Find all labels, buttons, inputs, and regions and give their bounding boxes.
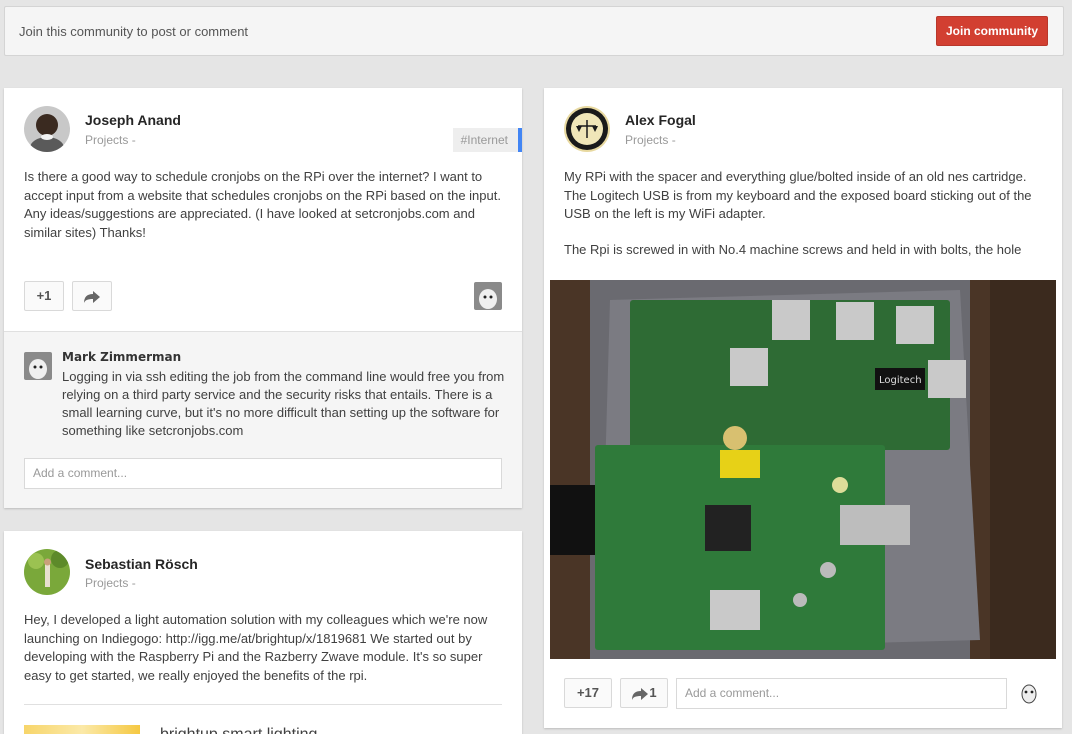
- share-icon: [632, 687, 649, 700]
- post-author[interactable]: Joseph Anand: [85, 112, 181, 128]
- comment-text: Logging in via ssh editing the job from …: [62, 369, 505, 438]
- join-message: Join this community to post or comment: [19, 24, 249, 39]
- plus-one-button[interactable]: +1: [24, 281, 64, 311]
- post-text: Is there a good way to schedule cronjobs…: [24, 169, 501, 240]
- avatar[interactable]: [24, 549, 70, 595]
- link-thumbnail[interactable]: [24, 725, 140, 734]
- share-button[interactable]: [72, 281, 112, 311]
- share-icon: [84, 290, 100, 303]
- join-community-button[interactable]: Join community: [935, 16, 1048, 46]
- post-author[interactable]: Alex Fogal: [625, 112, 696, 128]
- post-photo[interactable]: Logitech: [550, 280, 1056, 659]
- post-text: My RPi with the spacer and everything gl…: [564, 169, 1032, 221]
- post-card: Joseph Anand Projects - #Internet Is the…: [4, 88, 522, 508]
- hashtag[interactable]: #Internet: [452, 128, 522, 152]
- post-category[interactable]: Projects -: [85, 133, 136, 147]
- post-card: Sebastian Rösch Projects - Hey, I develo…: [4, 531, 522, 734]
- post-text-continued: The Rpi is screwed in with No.4 machine …: [564, 242, 1022, 257]
- divider: [24, 704, 502, 705]
- post-card: Alex Fogal Projects - My RPi with the sp…: [544, 88, 1062, 728]
- comment-avatar[interactable]: [24, 352, 52, 380]
- avatar[interactable]: [24, 106, 70, 152]
- post-category[interactable]: Projects -: [625, 133, 676, 147]
- comments-section: Mark Zimmerman Logging in via ssh editin…: [4, 331, 522, 508]
- post-author[interactable]: Sebastian Rösch: [85, 556, 198, 572]
- photo-label: Logitech: [879, 375, 922, 386]
- post-category[interactable]: Projects -: [85, 576, 136, 590]
- post-text: Hey, I developed a light automation solu…: [24, 612, 488, 683]
- add-comment-input[interactable]: Add a comment...: [676, 678, 1007, 709]
- commenter-avatar: [474, 282, 502, 310]
- commenter-avatar: [1016, 678, 1042, 706]
- share-button[interactable]: 1: [620, 678, 668, 708]
- share-count: 1: [649, 685, 657, 700]
- comment-author[interactable]: Mark Zimmerman: [62, 350, 181, 364]
- avatar[interactable]: [564, 106, 610, 152]
- join-community-bar: Join this community to post or comment J…: [4, 6, 1064, 56]
- plus-one-button[interactable]: +17: [564, 678, 612, 708]
- link-title[interactable]: brightup smart lighting: [160, 726, 317, 734]
- add-comment-input[interactable]: Add a comment...: [24, 458, 502, 489]
